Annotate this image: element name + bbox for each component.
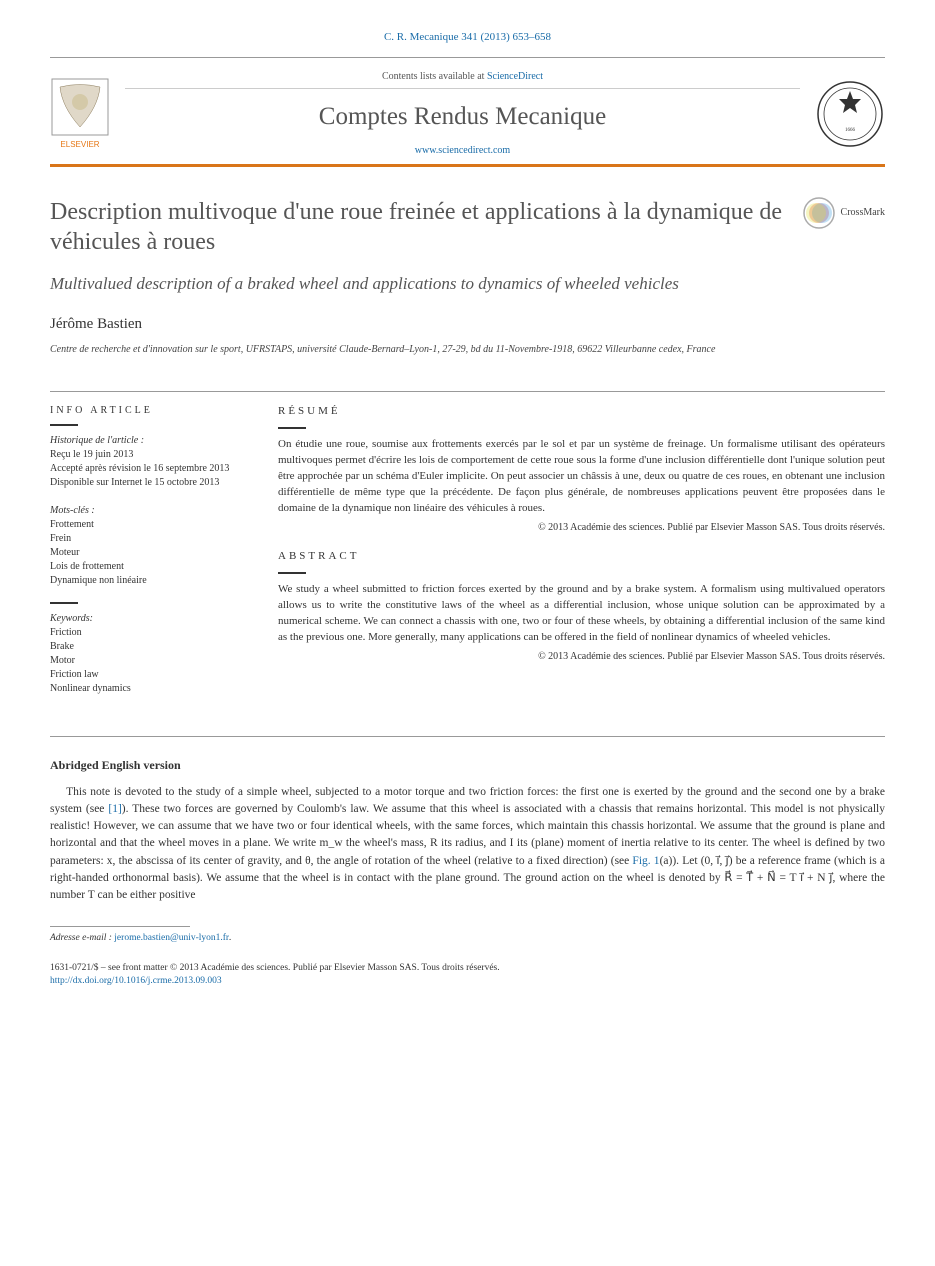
email-footnote: Adresse e-mail : jerome.bastien@univ-lyo… [50, 932, 885, 945]
resume-text: On étudie une roue, soumise aux frotteme… [278, 437, 885, 517]
divider [50, 736, 885, 737]
affiliation: Centre de recherche et d'innovation sur … [50, 343, 783, 357]
abstract-text: We study a wheel submitted to friction f… [278, 582, 885, 646]
academie-seal-icon: 1666 [815, 79, 885, 149]
doi-link[interactable]: http://dx.doi.org/10.1016/j.crme.2013.09… [50, 976, 222, 986]
mots-cles: Mots-clés : Frottement Frein Moteur Lois… [50, 504, 250, 588]
copyright-fr: © 2013 Académie des sciences. Publié par… [278, 521, 885, 535]
crossmark-badge[interactable]: CrossMark [803, 197, 885, 229]
journal-title: Comptes Rendus Mecanique [125, 99, 800, 134]
crossmark-icon [803, 197, 835, 229]
abstract-heading: ABSTRACT [278, 549, 885, 564]
body-paragraph: This note is devoted to the study of a s… [50, 784, 885, 905]
contents-line: Contents lists available at ScienceDirec… [125, 70, 800, 89]
keywords: Keywords: Friction Brake Motor Friction … [50, 612, 250, 696]
journal-header: ELSEVIER Contents lists available at Sci… [50, 57, 885, 167]
author-email-link[interactable]: jerome.bastien@univ-lyon1.fr [114, 933, 229, 943]
crossmark-label: CrossMark [841, 206, 885, 220]
article-subtitle: Multivalued description of a braked whee… [50, 273, 783, 296]
journal-url-link[interactable]: www.sciencedirect.com [415, 145, 510, 156]
side-divider [278, 427, 306, 429]
copyright-en: © 2013 Académie des sciences. Publié par… [278, 650, 885, 664]
fig-link-1[interactable]: Fig. 1 [632, 855, 659, 867]
footnote-divider [50, 926, 190, 927]
info-heading: INFO ARTICLE [50, 404, 250, 418]
section-heading: Abridged English version [50, 757, 885, 774]
authors: Jérôme Bastien [50, 314, 783, 335]
elsevier-logo: ELSEVIER [50, 77, 110, 152]
divider [50, 391, 885, 392]
side-divider [50, 424, 78, 426]
issn-block: 1631-0721/$ – see front matter © 2013 Ac… [50, 962, 885, 989]
article-history: Historique de l'article : Reçu le 19 jui… [50, 434, 250, 490]
svg-text:ELSEVIER: ELSEVIER [60, 140, 99, 149]
resume-heading: RÉSUMÉ [278, 404, 885, 419]
citation-line: C. R. Mecanique 341 (2013) 653–658 [50, 30, 885, 45]
ref-link-1[interactable]: [1] [108, 803, 121, 815]
side-divider [50, 602, 78, 604]
article-title: Description multivoque d'une roue freiné… [50, 197, 783, 257]
sciencedirect-link[interactable]: ScienceDirect [487, 71, 543, 82]
svg-text:1666: 1666 [845, 128, 856, 133]
side-divider [278, 572, 306, 574]
